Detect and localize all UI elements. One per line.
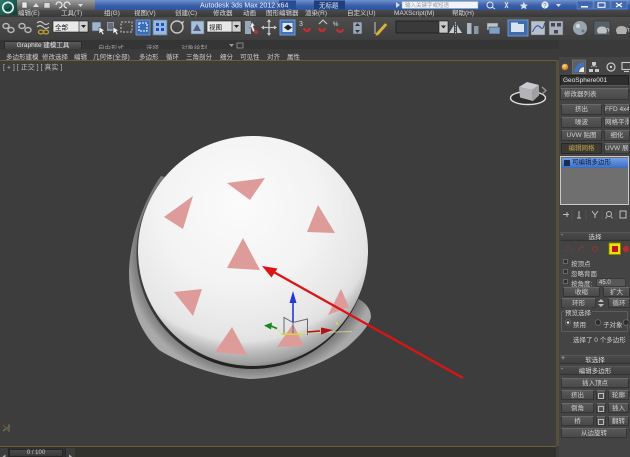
svg-text:?: ? <box>543 3 547 10</box>
svg-text:输入关键字或短语: 输入关键字或短语 <box>405 1 450 9</box>
svg-text:[ + ] [ 正交 ] [ 真实 ]: [ + ] [ 正交 ] [ 真实 ] <box>3 63 62 72</box>
svg-text:无标题: 无标题 <box>319 1 339 10</box>
svg-text:全部: 全部 <box>55 23 69 32</box>
svg-text:3: 3 <box>299 21 303 28</box>
svg-text:视图: 视图 <box>209 23 222 32</box>
svg-text:%: % <box>333 22 339 28</box>
svg-text:Autodesk 3ds Max 2012 x64: Autodesk 3ds Max 2012 x64 <box>200 3 288 10</box>
